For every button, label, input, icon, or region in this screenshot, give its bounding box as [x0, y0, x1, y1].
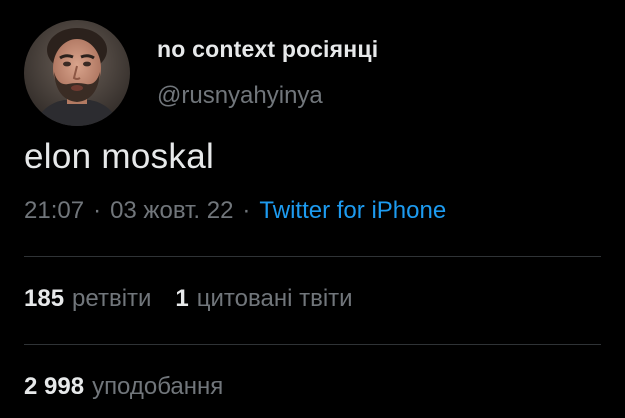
tweet-metadata: 21:07 · 03 жовт. 22 · Twitter for iPhone: [24, 197, 446, 225]
divider: [24, 256, 601, 257]
tweet-time[interactable]: 21:07: [24, 197, 84, 225]
retweets-count: 185: [24, 285, 65, 312]
retweets-label: ретвіти: [72, 285, 152, 312]
likes-label: уподобання: [92, 373, 224, 400]
quote-tweets-label: цитовані твіти: [196, 285, 353, 312]
meta-separator: ·: [242, 197, 251, 224]
likes-stat[interactable]: 2 998 уподобання: [24, 373, 223, 401]
tweet-detail: no context росіянці @rusnyahyinya elon m…: [0, 0, 625, 418]
tweet-source-link[interactable]: Twitter for iPhone: [259, 197, 446, 225]
tweet-date[interactable]: 03 жовт. 22: [110, 197, 233, 225]
author-display-name[interactable]: no context росіянці: [157, 36, 378, 63]
quote-tweets-count: 1: [175, 285, 189, 312]
retweets-stat[interactable]: 185 ретвіти: [24, 285, 151, 313]
likes-stats-row: 2 998 уподобання: [24, 373, 223, 401]
divider: [24, 344, 601, 345]
avatar-photo: [24, 20, 130, 126]
tweet-text: elon moskal: [24, 137, 215, 176]
likes-count: 2 998: [24, 373, 85, 400]
meta-separator: ·: [93, 197, 102, 224]
avatar[interactable]: [24, 20, 130, 126]
engagement-stats-row: 185 ретвіти 1 цитовані твіти: [24, 285, 353, 313]
quote-tweets-stat[interactable]: 1 цитовані твіти: [175, 285, 352, 313]
author-handle[interactable]: @rusnyahyinya: [157, 82, 323, 110]
